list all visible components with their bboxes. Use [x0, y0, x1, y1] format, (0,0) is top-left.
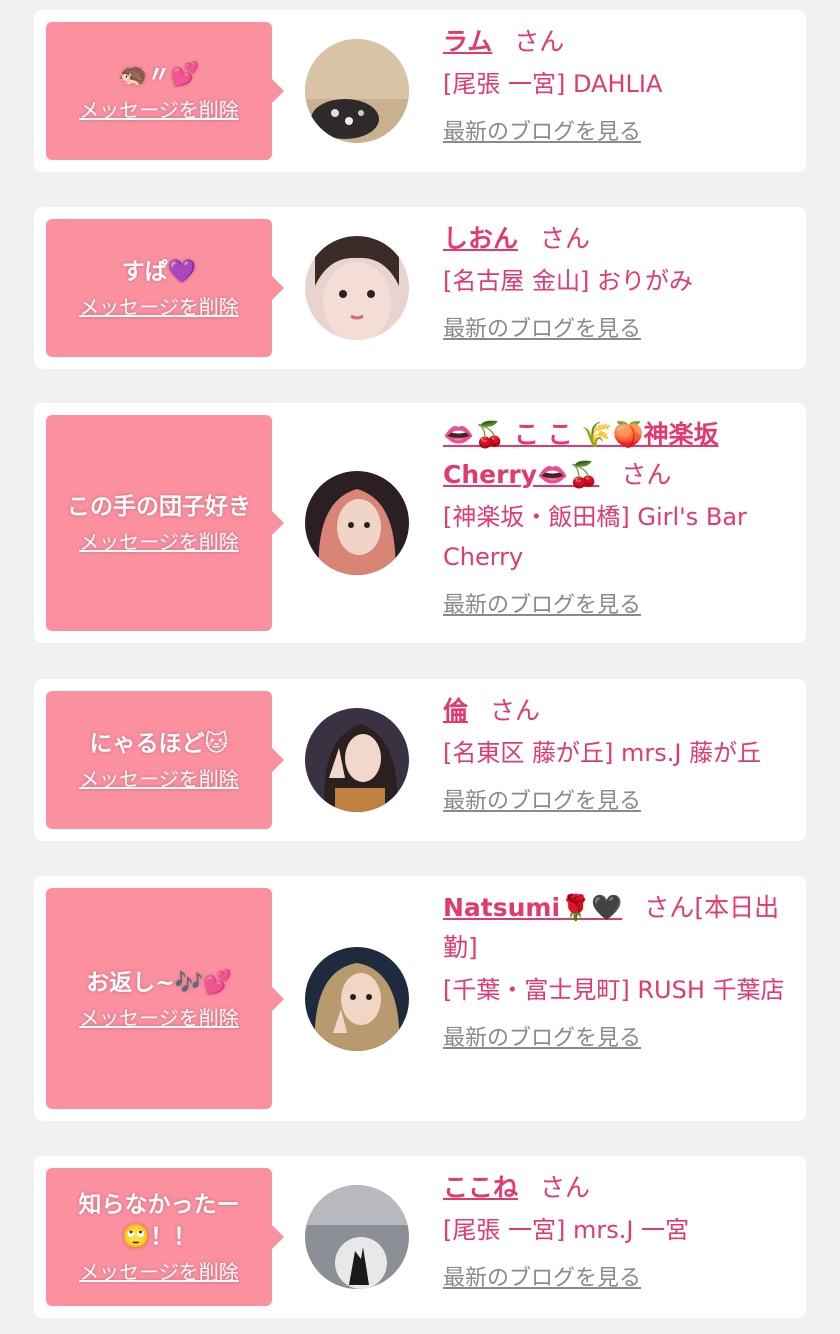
- shop-info: [尾張 一宮] DAHLIA: [443, 70, 663, 98]
- avatar-photo: [305, 236, 409, 340]
- latest-blog-link[interactable]: 最新のブログを見る: [443, 118, 641, 148]
- message-bubble: すぱ💜 メッセージを削除: [46, 219, 284, 357]
- shop-info: [神楽坂・飯田橋] Girl's Bar Cherry: [443, 503, 747, 571]
- honorific: さん: [540, 224, 591, 253]
- avatar[interactable]: [305, 39, 409, 143]
- sender-name-line: 倫さん: [443, 691, 798, 731]
- delete-message-link[interactable]: メッセージを削除: [79, 97, 239, 123]
- avatar-photo: [305, 947, 409, 1051]
- message-card: にゃるほど🐱 メッセージを削除 倫さん [名東区 藤が丘] mrs.J 藤が丘 …: [34, 679, 806, 841]
- shop-info: [尾張 一宮] mrs.J 一宮: [443, 1216, 690, 1244]
- sender-info: 👄🍒 こ こ 🌾🍑神楽坂 Cherry👄🍒 さん [神楽坂・飯田橋] Girl's…: [443, 415, 798, 621]
- sender-name-line: Natsumi🌹🖤 さん[本日出勤]: [443, 888, 798, 968]
- delete-message-link[interactable]: メッセージを削除: [79, 1259, 239, 1285]
- delete-message-link[interactable]: メッセージを削除: [79, 294, 239, 320]
- honorific: さん: [621, 460, 672, 489]
- sender-name-link[interactable]: 👄🍒 こ こ 🌾🍑神楽坂 Cherry👄🍒: [443, 420, 719, 489]
- sender-name-link[interactable]: しおん: [443, 224, 518, 253]
- avatar-photo: [305, 471, 409, 575]
- message-bubble: にゃるほど🐱 メッセージを削除: [46, 691, 284, 829]
- sender-name-link[interactable]: ラム: [443, 27, 492, 56]
- sender-name-link[interactable]: 倫: [443, 696, 468, 725]
- honorific: さん: [490, 696, 541, 725]
- delete-message-link[interactable]: メッセージを削除: [79, 1005, 239, 1031]
- avatar-photo: [305, 1185, 409, 1289]
- latest-blog-link[interactable]: 最新のブログを見る: [443, 1024, 641, 1054]
- avatar[interactable]: [305, 708, 409, 812]
- delete-message-link[interactable]: メッセージを削除: [79, 529, 239, 555]
- message-bubble: 知らなかったー🙄！！ メッセージを削除: [46, 1168, 284, 1306]
- latest-blog-link[interactable]: 最新のブログを見る: [443, 1264, 641, 1294]
- sender-name-link[interactable]: Natsumi🌹🖤: [443, 893, 622, 922]
- honorific: さん: [514, 27, 565, 56]
- message-bubble: この手の団子好き メッセージを削除: [46, 415, 284, 631]
- avatar[interactable]: [305, 236, 409, 340]
- message-bubble: お返し~🎶💕 メッセージを削除: [46, 888, 284, 1109]
- message-text: お返し~🎶💕: [86, 969, 232, 996]
- message-card: 知らなかったー🙄！！ メッセージを削除 ここね さん [尾張 一宮] mrs.J …: [34, 1156, 806, 1318]
- delete-message-link[interactable]: メッセージを削除: [79, 766, 239, 792]
- latest-blog-link[interactable]: 最新のブログを見る: [443, 315, 641, 345]
- message-list: 🦔〃💕 メッセージを削除 ラム さん [尾張 一宮] DAHLIA 最新のブログを…: [0, 0, 840, 1334]
- sender-name-line: しおん さん: [443, 219, 798, 259]
- sender-info: ここね さん [尾張 一宮] mrs.J 一宮 最新のブログを見る: [443, 1168, 798, 1294]
- latest-blog-link[interactable]: 最新のブログを見る: [443, 591, 641, 621]
- avatar[interactable]: [305, 1185, 409, 1289]
- sender-name-line: ここね さん: [443, 1168, 798, 1208]
- message-card: この手の団子好き メッセージを削除 👄🍒 こ こ 🌾🍑神楽坂 Cherry👄🍒 さ…: [34, 403, 806, 643]
- message-card: お返し~🎶💕 メッセージを削除 Natsumi🌹🖤 さん[本日出勤] [千葉・富士…: [34, 876, 806, 1121]
- honorific: さん: [540, 1173, 591, 1202]
- message-text: 🦔〃💕: [118, 62, 200, 88]
- avatar-photo: [305, 708, 409, 812]
- message-text: この手の団子好き: [67, 494, 251, 520]
- message-card: すぱ💜 メッセージを削除 しおん さん [名古屋 金山] おりがみ 最新のブログを…: [34, 207, 806, 369]
- shop-info: [名東区 藤が丘] mrs.J 藤が丘: [443, 739, 762, 767]
- avatar[interactable]: [305, 471, 409, 575]
- shop-info: [名古屋 金山] おりがみ: [443, 267, 693, 295]
- message-bubble: 🦔〃💕 メッセージを削除: [46, 22, 284, 160]
- avatar[interactable]: [305, 947, 409, 1051]
- message-card: 🦔〃💕 メッセージを削除 ラム さん [尾張 一宮] DAHLIA 最新のブログを…: [34, 10, 806, 172]
- latest-blog-link[interactable]: 最新のブログを見る: [443, 787, 641, 817]
- message-text: すぱ💜: [121, 259, 197, 285]
- shop-info: [千葉・富士見町] RUSH 千葉店: [443, 976, 785, 1004]
- sender-info: 倫さん [名東区 藤が丘] mrs.J 藤が丘 最新のブログを見る: [443, 691, 798, 817]
- sender-name-link[interactable]: ここね: [443, 1173, 518, 1202]
- sender-info: ラム さん [尾張 一宮] DAHLIA 最新のブログを見る: [443, 22, 798, 148]
- message-text: 知らなかったー🙄！！: [78, 1192, 240, 1250]
- sender-name-line: ラム さん: [443, 22, 798, 62]
- sender-name-line: 👄🍒 こ こ 🌾🍑神楽坂 Cherry👄🍒 さん: [443, 415, 798, 495]
- avatar-photo: [305, 39, 409, 143]
- honorific: さん: [644, 893, 695, 922]
- sender-info: Natsumi🌹🖤 さん[本日出勤] [千葉・富士見町] RUSH 千葉店 最新の…: [443, 888, 798, 1054]
- sender-info: しおん さん [名古屋 金山] おりがみ 最新のブログを見る: [443, 219, 798, 345]
- message-text: にゃるほど🐱: [89, 731, 229, 757]
